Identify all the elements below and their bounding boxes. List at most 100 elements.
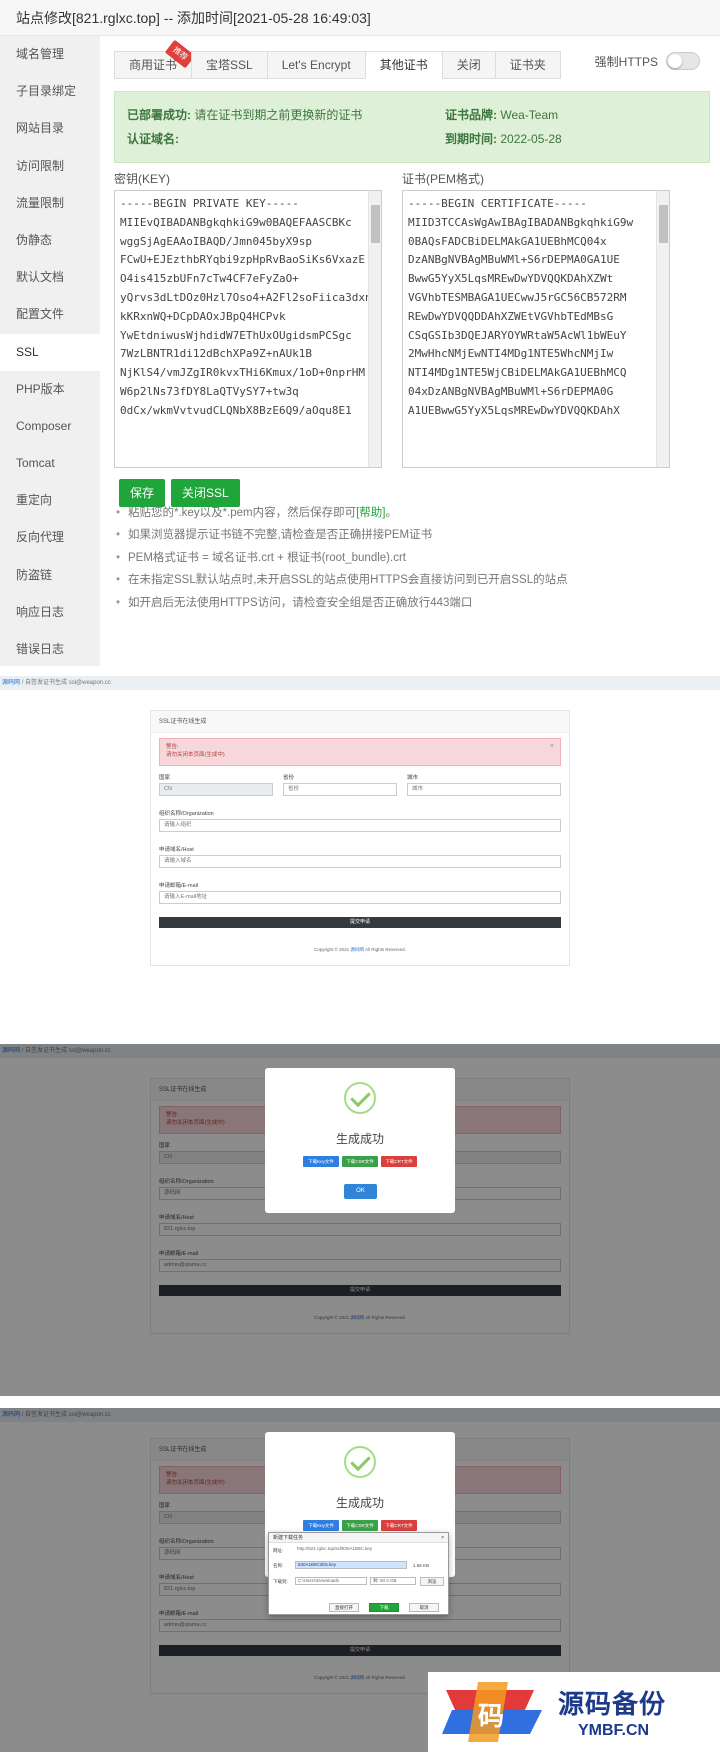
sidebar-item[interactable]: 网站目录 bbox=[0, 110, 100, 147]
breadcrumb: 源码网 / 自签发证书生成 ssl@weapon.cc bbox=[0, 676, 720, 690]
ssl-tabs: 商用证书 推荐 宝塔SSL Let's Encrypt 其他证书 关闭 证书夹 bbox=[114, 39, 561, 79]
download-crt-button[interactable]: 下载CRT文件 bbox=[381, 1520, 417, 1531]
cert-line: BwwG5YyX5LqsMREwDwYDVQQKDAhXZWt bbox=[408, 272, 614, 286]
cert-label: 证书(PEM格式) bbox=[402, 172, 484, 186]
cert-line: DzANBgNVBAgMBuWMl+S6rDEPMA0GA1UE bbox=[408, 253, 620, 267]
crumb-text: / 自签发证书生成 ssl@weapon.cc bbox=[21, 680, 111, 686]
ok-button[interactable]: OK bbox=[344, 1184, 377, 1199]
footer: Copyright © 2021 源码网 All Rights Reserved… bbox=[151, 947, 569, 953]
toggle-knob bbox=[668, 54, 682, 68]
path-label: 下载到: bbox=[273, 1579, 288, 1584]
dialog-title-text: 新建下载任务 bbox=[273, 1535, 304, 1541]
cert-line: A1UEBwwG5YyX5LqsMREwDwYDVQQKDAhX bbox=[408, 403, 620, 417]
expire-label: 到期时间: bbox=[445, 132, 497, 146]
tip-text: 如开启后无法使用HTTPS访问，请检查安全组是否正确放行443端口 bbox=[128, 596, 473, 609]
help-link[interactable]: [帮助] bbox=[356, 507, 385, 519]
cert-textarea[interactable]: -----BEGIN CERTIFICATE----- MIID3TCCAsWgA… bbox=[402, 190, 670, 468]
sidebar-item[interactable]: 域名管理 bbox=[0, 36, 100, 73]
sidebar-item[interactable]: 重定向 bbox=[0, 482, 100, 519]
city-label: 城市 bbox=[407, 775, 419, 781]
sidebar-item[interactable]: 默认文档 bbox=[0, 259, 100, 296]
submit-button[interactable]: 提交申请 bbox=[159, 917, 561, 928]
download-dialog-title: 新建下载任务 × bbox=[269, 1533, 448, 1543]
sidebar-item[interactable]: 防盗链 bbox=[0, 557, 100, 594]
ssl-tab[interactable]: 商用证书 推荐 bbox=[114, 39, 196, 79]
download-key-button[interactable]: 下载Key文件 bbox=[303, 1520, 339, 1531]
sidebar-item[interactable]: 访问限制 bbox=[0, 148, 100, 185]
ssl-tab[interactable]: 宝塔SSL bbox=[191, 51, 267, 79]
browse-button[interactable]: 浏览 bbox=[420, 1577, 444, 1586]
key-textarea[interactable]: -----BEGIN PRIVATE KEY----- MIIEvQIBADANB… bbox=[114, 190, 382, 468]
window-title: 站点修改[821.rglxc.top] -- 添加时间[2021-05-28 1… bbox=[0, 0, 720, 36]
sidebar-item[interactable]: 子目录绑定 bbox=[0, 73, 100, 110]
deployed-label: 已部署成功: bbox=[127, 108, 191, 122]
watermark-logo: 码 源码备份 YMBF.CN bbox=[428, 1672, 720, 1752]
brand-label: 证书品牌: bbox=[445, 108, 497, 122]
ssl-tips-list: 粘贴您的*.key以及*.pem内容，然后保存即可[帮助]。如果浏览器提示证书链… bbox=[114, 502, 568, 614]
country-label: 国家 bbox=[159, 775, 171, 781]
key-line: 7WzLBNTR1di12dBchXPa9Z+nAUk1B bbox=[120, 347, 313, 361]
filename-input[interactable]: 830A1B9C2E5.key bbox=[295, 1561, 407, 1569]
sidebar-item[interactable]: 配置文件 bbox=[0, 296, 100, 333]
download-button[interactable]: 下载 bbox=[369, 1603, 399, 1612]
brand-logo-icon: 码 bbox=[442, 1682, 542, 1742]
crumb-link[interactable]: 源码网 bbox=[2, 680, 20, 686]
free-space-select[interactable]: 剩: 60.3 GB bbox=[370, 1577, 416, 1585]
sidebar-item[interactable]: PHP版本 bbox=[0, 371, 100, 408]
tip-item: 如开启后无法使用HTTPS访问，请检查安全组是否正确放行443端口 bbox=[114, 592, 568, 615]
key-line: NjKlS4/vmJZgIR0kvxTHi6Kmux/1oD+0nprHM bbox=[120, 366, 366, 380]
ssl-tab[interactable]: 证书夹 bbox=[494, 51, 561, 79]
ssl-tab[interactable]: 其他证书 bbox=[364, 51, 442, 79]
ssl-tab[interactable]: 关闭 bbox=[441, 51, 495, 79]
key-line: MIIEvQIBADANBgkqhkiG9w0BAQEFAASCBKc bbox=[120, 215, 352, 229]
tab-label: 商用证书 bbox=[129, 58, 178, 72]
sidebar-item[interactable]: Tomcat bbox=[0, 445, 100, 482]
key-line: FCwU+EJEzthbRYqbi9zpHpRvBaoSiKs6VxazE bbox=[120, 253, 366, 267]
tab-label: Let's Encrypt bbox=[281, 58, 351, 72]
url-value: http://821.rglxc.top/ssl/830A1B9C.key bbox=[295, 1546, 445, 1554]
download-key-button[interactable]: 下载Key文件 bbox=[303, 1156, 339, 1167]
ssl-tab[interactable]: Let's Encrypt bbox=[266, 51, 365, 79]
key-line: W6p2lNs73fDY8LaQTVySY7+tw3q bbox=[120, 384, 299, 398]
watermark-cn-text: 源码备份 bbox=[558, 1689, 667, 1719]
email-input[interactable]: 请输入E-mail地址 bbox=[159, 891, 561, 904]
tip-item: 如果浏览器提示证书链不完整,请检查是否正确拼接PEM证书 bbox=[114, 524, 568, 547]
tab-label: 宝塔SSL bbox=[206, 58, 253, 72]
cert-line: REwDwYDVQQDDAhXZWEtVGVhbTEdMBsG bbox=[408, 309, 614, 323]
sidebar-item[interactable]: 响应日志 bbox=[0, 594, 100, 631]
sidebar-item[interactable]: 流量限制 bbox=[0, 185, 100, 222]
download-crt-button[interactable]: 下载CRT文件 bbox=[381, 1156, 417, 1167]
sidebar-item[interactable]: Composer bbox=[0, 408, 100, 445]
close-icon[interactable]: × bbox=[550, 743, 554, 751]
cert-line: NTI4MDg1NTE5WjCBiDELMAkGA1UEBhMCQ bbox=[408, 366, 627, 380]
check-icon bbox=[344, 1082, 376, 1114]
path-input[interactable]: C:\Users\Downloads bbox=[295, 1577, 367, 1585]
domain-label: 认证域名: bbox=[127, 132, 179, 146]
logo-glyph: 码 bbox=[478, 1702, 504, 1732]
tip-text: 粘贴您的*.key以及*.pem内容，然后保存即可 bbox=[128, 507, 357, 519]
success-screenshot: 源码网 / 自签发证书生成 ssl@weapon.cc SSL证书在线生成 警告… bbox=[0, 1044, 720, 1396]
tip-text: 如果浏览器提示证书链不完整,请检查是否正确拼接PEM证书 bbox=[128, 529, 433, 542]
cancel-button[interactable]: 取消 bbox=[409, 1603, 439, 1612]
ssl-main-panel: 商用证书 推荐 宝塔SSL Let's Encrypt 其他证书 关闭 证书夹 强制HTTP… bbox=[100, 36, 720, 666]
direct-open-button[interactable]: 直接打开 bbox=[329, 1603, 359, 1612]
country-input[interactable]: CN bbox=[159, 783, 273, 796]
key-label: 密钥(KEY) bbox=[114, 172, 171, 186]
sidebar-item[interactable]: 反向代理 bbox=[0, 519, 100, 556]
host-input[interactable]: 请输入域名 bbox=[159, 855, 561, 868]
close-icon[interactable]: × bbox=[441, 1533, 444, 1543]
footer-link[interactable]: 源码网 bbox=[350, 947, 364, 952]
city-input[interactable]: 城市 bbox=[407, 783, 561, 796]
province-input[interactable]: 省份 bbox=[283, 783, 397, 796]
sidebar-item[interactable]: SSL bbox=[0, 333, 100, 371]
key-scrollbar[interactable] bbox=[368, 191, 381, 467]
watermark-en-text: YMBF.CN bbox=[578, 1722, 650, 1739]
sidebar-item[interactable]: 错误日志 bbox=[0, 631, 100, 668]
success-title: 生成成功 bbox=[335, 1496, 384, 1510]
org-input[interactable]: 请输入组织 bbox=[159, 819, 561, 832]
force-https-toggle[interactable] bbox=[666, 52, 700, 70]
download-csr-button[interactable]: 下载CSR文件 bbox=[342, 1156, 378, 1167]
sidebar-item[interactable]: 伪静态 bbox=[0, 222, 100, 259]
cert-scrollbar[interactable] bbox=[656, 191, 669, 467]
download-csr-button[interactable]: 下载CSR文件 bbox=[342, 1520, 378, 1531]
